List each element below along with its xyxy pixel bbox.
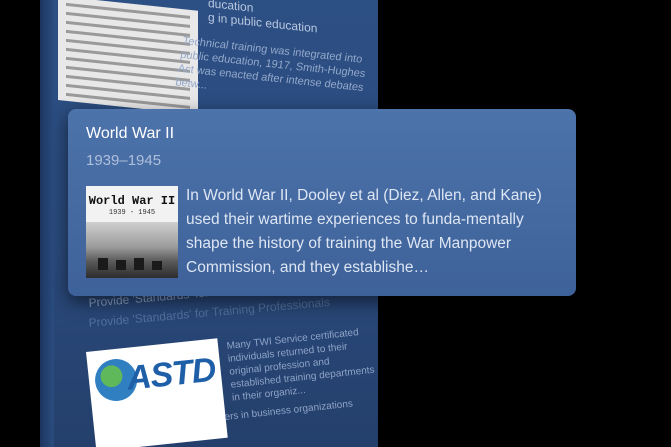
background-entry-text: Technical training was integrated into p… (174, 34, 367, 94)
event-thumbnail[interactable]: World War II 1939 - 1945 (86, 186, 178, 278)
background-section-text: Many TWI Service certificated individual… (226, 327, 376, 404)
astd-logo: ASTD (86, 338, 228, 447)
document-thumbnail (58, 0, 198, 115)
event-description: In World War II, Dooley et al (Diez, All… (186, 187, 542, 276)
event-years: 1939–1945 (86, 152, 162, 169)
card-edge (40, 0, 54, 447)
thumbnail-years: 1939 - 1945 (108, 209, 156, 217)
thumbnail-title: World War II (88, 194, 176, 208)
timeline-event-popup[interactable]: World War II 1939–1945 World War II 1939… (68, 109, 576, 296)
background-entry-title: ducation g in public education (208, 0, 318, 36)
event-title: World War II (86, 125, 175, 142)
astd-logo-word: ASTD (125, 350, 218, 398)
beach-landing-photo (86, 222, 178, 278)
